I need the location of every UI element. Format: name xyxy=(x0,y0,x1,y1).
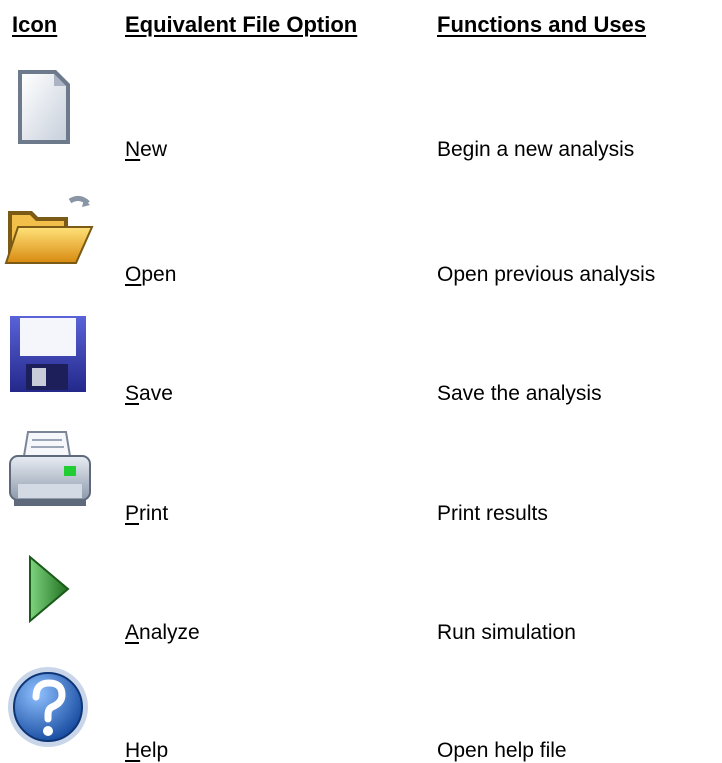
header-functions-and-uses: Functions and Uses xyxy=(437,12,647,37)
table-row: Open Open previous analysis xyxy=(0,187,722,287)
function-text: Save the analysis xyxy=(437,382,602,405)
menu-option-print: Print xyxy=(125,502,169,525)
table-row: Analyze Run simulation xyxy=(0,545,722,645)
table-row: Help Open help file xyxy=(0,663,722,763)
play-arrow-icon xyxy=(4,545,94,635)
menu-option-save: Save xyxy=(125,382,173,405)
table-row: New Begin a new analysis xyxy=(0,62,722,162)
function-text: Print results xyxy=(437,502,548,525)
new-document-icon xyxy=(4,62,94,152)
function-text: Open previous analysis xyxy=(437,263,656,286)
menu-option-analyze: Analyze xyxy=(125,621,200,644)
menu-option-help: Help xyxy=(125,739,169,762)
function-text: Begin a new analysis xyxy=(437,138,635,161)
function-text: Run simulation xyxy=(437,621,576,644)
header-equivalent-file-option: Equivalent File Option xyxy=(125,12,358,37)
menu-option-new: New xyxy=(125,138,168,161)
help-icon xyxy=(4,663,94,753)
function-text: Open help file xyxy=(437,739,567,762)
table-row: Print Print results xyxy=(0,426,722,526)
floppy-disk-icon xyxy=(4,306,94,396)
menu-option-open: Open xyxy=(125,263,177,286)
open-folder-icon xyxy=(4,187,94,277)
header-icon: Icon xyxy=(12,12,58,37)
table-row: Save Save the analysis xyxy=(0,306,722,406)
printer-icon xyxy=(4,426,94,516)
